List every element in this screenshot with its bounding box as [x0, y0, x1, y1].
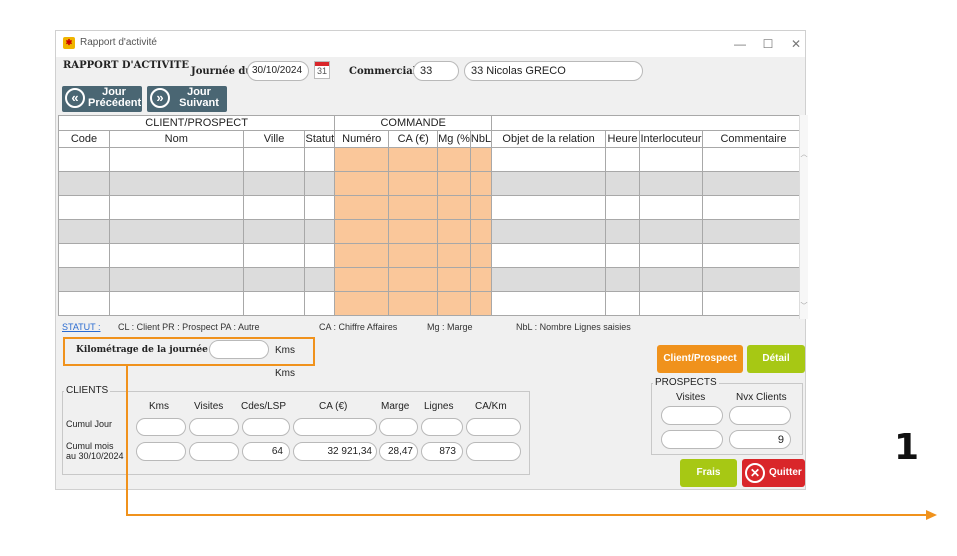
clients-header-kms: Kms: [149, 401, 169, 412]
col-nbl[interactable]: NbL: [469, 130, 493, 148]
cumul-jour-marge[interactable]: [379, 418, 418, 436]
minimize-icon[interactable]: —: [726, 34, 754, 54]
activity-grid[interactable]: CLIENT/PROSPECT COMMANDE Code Nom Ville …: [57, 115, 805, 316]
cumul-mois-visites[interactable]: [189, 442, 239, 461]
col-heure[interactable]: Heure: [605, 130, 641, 148]
cumul-jour-cakm[interactable]: [466, 418, 521, 436]
cumul-jour-ca[interactable]: [293, 418, 377, 436]
prospects-nvx-2[interactable]: 9: [729, 430, 791, 449]
cumul-mois-kms[interactable]: [136, 442, 186, 461]
cumul-mois-cdes[interactable]: 64: [242, 442, 290, 461]
col-numero[interactable]: Numéro: [334, 130, 390, 148]
commercial-name-field[interactable]: 33 Nicolas GRECO: [464, 61, 643, 81]
table-row[interactable]: [58, 171, 805, 196]
mg-legend: Mg : Marge: [427, 322, 473, 332]
prospects-visites-1[interactable]: [661, 406, 723, 425]
arrow-right-icon: [926, 510, 937, 520]
title-bar: ✱ Rapport d'activité — ☐ ✕: [56, 31, 805, 57]
statut-link[interactable]: STATUT :: [62, 322, 101, 332]
col-code[interactable]: Code: [58, 130, 110, 148]
scroll-up-icon[interactable]: ︿: [800, 149, 808, 159]
table-row[interactable]: [58, 147, 805, 172]
annotation-line-horizontal: [126, 514, 931, 516]
double-chevron-right-icon: »: [150, 88, 170, 108]
km-unit-2: Kms: [275, 368, 295, 379]
prospects-group-label: PROSPECTS: [653, 377, 719, 388]
clients-header-lignes: Lignes: [424, 401, 454, 412]
cumul-jour-visites[interactable]: [189, 418, 239, 436]
table-row[interactable]: [58, 243, 805, 268]
window-title: Rapport d'activité: [80, 37, 157, 48]
app-calendar-icon: ✱: [63, 37, 75, 49]
double-chevron-left-icon: «: [65, 88, 85, 108]
maximize-icon[interactable]: ☐: [754, 34, 782, 54]
col-ville[interactable]: Ville: [242, 130, 306, 148]
commercial-code-field[interactable]: 33: [413, 61, 459, 81]
group-commande: COMMANDE: [334, 115, 493, 131]
journee-label: Journée du: [191, 66, 253, 77]
clients-header-cakm: CA/Km: [475, 401, 507, 412]
group-empty: [491, 115, 805, 131]
cumul-mois-marge[interactable]: 28,47: [379, 442, 418, 461]
scroll-down-icon[interactable]: ﹀: [800, 301, 808, 311]
ca-legend: CA : Chiffre Affaires: [319, 322, 398, 332]
cumul-mois-ca[interactable]: 32 921,34: [293, 442, 377, 461]
previous-day-button[interactable]: « Jour Précédent: [62, 86, 142, 112]
cumul-jour-kms[interactable]: [136, 418, 186, 436]
table-row[interactable]: [58, 267, 805, 292]
col-nom[interactable]: Nom: [108, 130, 244, 148]
prospects-header-nvx: Nvx Clients: [736, 392, 787, 403]
frais-button[interactable]: Frais: [680, 459, 737, 487]
close-circle-icon: ✕: [745, 463, 765, 483]
annotation-line-vertical: [126, 366, 128, 515]
next-day-button[interactable]: » Jour Suivant: [147, 86, 227, 112]
clients-header-marge: Marge: [381, 401, 410, 412]
report-title: RAPPORT D'ACTIVITE: [63, 60, 189, 71]
nbl-legend: NbL : Nombre Lignes saisies: [516, 322, 631, 332]
col-objet[interactable]: Objet de la relation: [491, 130, 607, 148]
prospects-nvx-1[interactable]: [729, 406, 791, 425]
cumul-jour-cdes[interactable]: [242, 418, 290, 436]
date-field[interactable]: 30/10/2024: [247, 61, 309, 81]
prospects-visites-2[interactable]: [661, 430, 723, 449]
col-statut[interactable]: Statut: [304, 130, 336, 148]
col-ca[interactable]: CA (€): [388, 130, 439, 148]
step-number: 1: [894, 427, 920, 468]
detail-button[interactable]: Détail: [747, 345, 805, 373]
clients-group-label: CLIENTS: [64, 385, 111, 396]
cumul-mois-lignes[interactable]: 873: [421, 442, 463, 461]
cumul-jour-label: Cumul Jour: [66, 419, 113, 429]
col-commentaire[interactable]: Commentaire: [702, 130, 805, 148]
col-interlocuteur[interactable]: Interlocuteur: [639, 130, 704, 148]
grid-scrollbar[interactable]: ︿ ﹀: [799, 115, 808, 319]
calendar-icon[interactable]: 31: [314, 61, 330, 79]
table-row[interactable]: [58, 195, 805, 220]
commercial-label: Commercial: [349, 66, 417, 77]
client-prospect-button[interactable]: Client/Prospect: [657, 345, 743, 373]
close-icon[interactable]: ✕: [782, 34, 810, 54]
cumul-mois-label: Cumul mois au 30/10/2024: [66, 441, 124, 461]
table-row[interactable]: [58, 219, 805, 244]
quitter-button[interactable]: ✕ Quitter: [742, 459, 805, 487]
statut-legend: CL : Client PR : Prospect PA : Autre: [118, 322, 260, 332]
prospects-header-visites: Visites: [676, 392, 706, 403]
group-client-prospect: CLIENT/PROSPECT: [57, 115, 336, 131]
clients-header-cdes: Cdes/LSP: [241, 401, 287, 412]
table-row[interactable]: [58, 291, 805, 316]
clients-header-ca: CA (€): [319, 401, 348, 412]
report-window: ✱ Rapport d'activité — ☐ ✕ RAPPORT D'ACT…: [55, 30, 808, 490]
cumul-mois-cakm[interactable]: [466, 442, 521, 461]
km-highlight-box: [63, 337, 315, 366]
col-mg[interactable]: Mg (%: [437, 130, 471, 148]
clients-header-visites: Visites: [194, 401, 224, 412]
cumul-jour-lignes[interactable]: [421, 418, 463, 436]
